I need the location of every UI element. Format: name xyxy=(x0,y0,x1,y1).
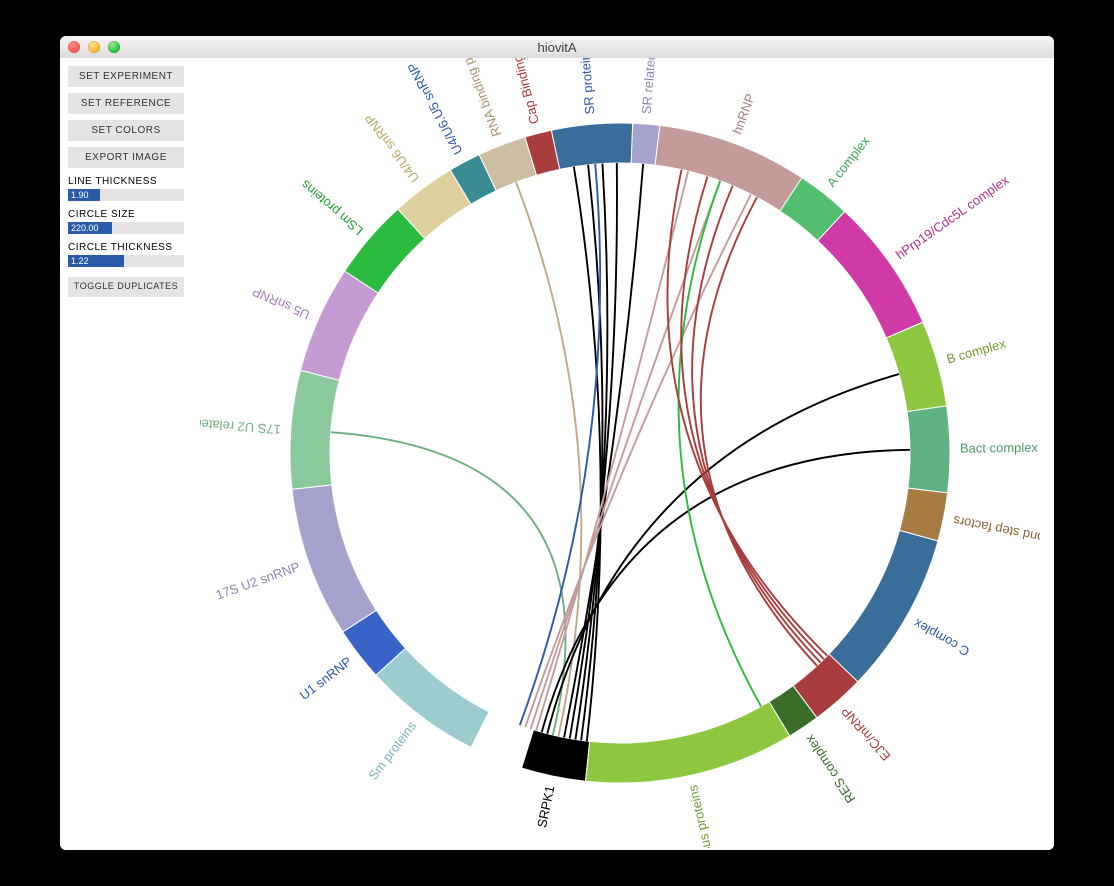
zoom-icon[interactable] xyxy=(108,41,120,53)
segment-label-bact: Bact complex xyxy=(960,440,1039,456)
segment-misc[interactable] xyxy=(586,702,790,783)
circle-thickness-slider[interactable]: CIRCLE THICKNESS 1.22 xyxy=(68,242,184,267)
segment-label-ccomp: C complex xyxy=(911,616,972,660)
segment-label-s17s: 17S U2 snRNP xyxy=(214,559,302,603)
segment-bcomp[interactable] xyxy=(886,322,946,411)
segment-label-rnabp: RNA binding proteins xyxy=(446,58,504,139)
segment-label-res: RES complex xyxy=(802,732,859,806)
chord xyxy=(701,197,817,665)
segment-label-hprp: hPrp19/Cdc5L complex xyxy=(893,172,1012,262)
segment-label-lsm: LSm proteins xyxy=(298,177,366,239)
segment-label-misc: miscelleneous proteins xyxy=(685,783,728,848)
content-area: SET EXPERIMENT SET REFERENCE SET COLORS … xyxy=(60,58,1054,850)
segment-label-u1: U1 snRNP xyxy=(297,654,355,703)
segment-sm[interactable] xyxy=(376,648,489,747)
minimize-icon[interactable] xyxy=(88,41,100,53)
segment-label-capbp: Cap Binding proteins xyxy=(497,58,542,126)
slider-value: 1.22 xyxy=(71,255,89,267)
toggle-duplicates-button[interactable]: TOGGLE DUPLICATES xyxy=(68,277,184,297)
segment-label-srpk1: SRPK1 xyxy=(534,784,557,829)
slider-track[interactable]: 1.90 xyxy=(68,189,184,201)
segment-u5[interactable] xyxy=(301,271,379,380)
segment-bact[interactable] xyxy=(907,406,950,493)
segment-label-u5: U5 snRNP xyxy=(250,284,312,323)
circle-size-slider[interactable]: CIRCLE SIZE 220.00 xyxy=(68,209,184,234)
export-image-button[interactable]: EXPORT IMAGE xyxy=(68,147,184,168)
set-reference-button[interactable]: SET REFERENCE xyxy=(68,93,184,114)
segment-sr[interactable] xyxy=(551,123,632,169)
segment-label-acomp: A complex xyxy=(824,133,873,190)
segment-hprp[interactable] xyxy=(818,211,923,338)
chord xyxy=(681,177,824,660)
slider-track[interactable]: 220.00 xyxy=(68,222,184,234)
set-colors-button[interactable]: SET COLORS xyxy=(68,120,184,141)
slider-label: LINE THICKNESS xyxy=(68,176,184,187)
slider-value: 220.00 xyxy=(71,222,99,234)
app-window: hiovitA SET EXPERIMENT SET REFERENCE SET… xyxy=(60,36,1054,850)
segment-label-sr: SR proteins xyxy=(577,58,598,115)
segment-label-srrel: SR related proteins xyxy=(639,58,663,115)
close-icon[interactable] xyxy=(68,41,80,53)
segment-u2rel[interactable] xyxy=(290,370,339,489)
slider-label: CIRCLE THICKNESS xyxy=(68,242,184,253)
segment-label-u4u6: U4/U6 snRNP xyxy=(362,111,423,185)
line-thickness-slider[interactable]: LINE THICKNESS 1.90 xyxy=(68,176,184,201)
segment-label-sm: Sm proteins xyxy=(365,718,419,783)
window-title: hiovitA xyxy=(60,40,1054,55)
slider-value: 1.90 xyxy=(71,189,89,201)
segment-label-bcomp: B complex xyxy=(945,336,1008,367)
chord-diagram: SRPK1 Sm proteinsU1 snRNP 17S U2 snRNP 17S … xyxy=(200,58,1040,848)
chord xyxy=(531,181,720,729)
set-experiment-button[interactable]: SET EXPERIMENT xyxy=(68,66,184,87)
segment-s17s[interactable] xyxy=(292,485,376,632)
segment-label-hnrnp: hnRNP xyxy=(729,92,758,137)
segment-ccomp[interactable] xyxy=(829,530,938,681)
traffic-lights xyxy=(68,41,120,53)
segment-label-u2rel: 17S U2 related xyxy=(200,416,281,437)
sidebar: SET EXPERIMENT SET REFERENCE SET COLORS … xyxy=(68,66,184,297)
segment-label-second: Second step factors xyxy=(951,513,1040,550)
segment-label-ejc: EJC/mRNP xyxy=(838,704,893,764)
chord xyxy=(692,186,820,663)
titlebar[interactable]: hiovitA xyxy=(60,36,1054,59)
segment-label-u4u6u5: U4/U6.U5 snRNP xyxy=(404,60,465,157)
slider-label: CIRCLE SIZE xyxy=(68,209,184,220)
segment-srpk1[interactable] xyxy=(521,730,589,781)
slider-track[interactable]: 1.22 xyxy=(68,255,184,267)
chord xyxy=(570,163,617,739)
chord xyxy=(525,194,751,727)
